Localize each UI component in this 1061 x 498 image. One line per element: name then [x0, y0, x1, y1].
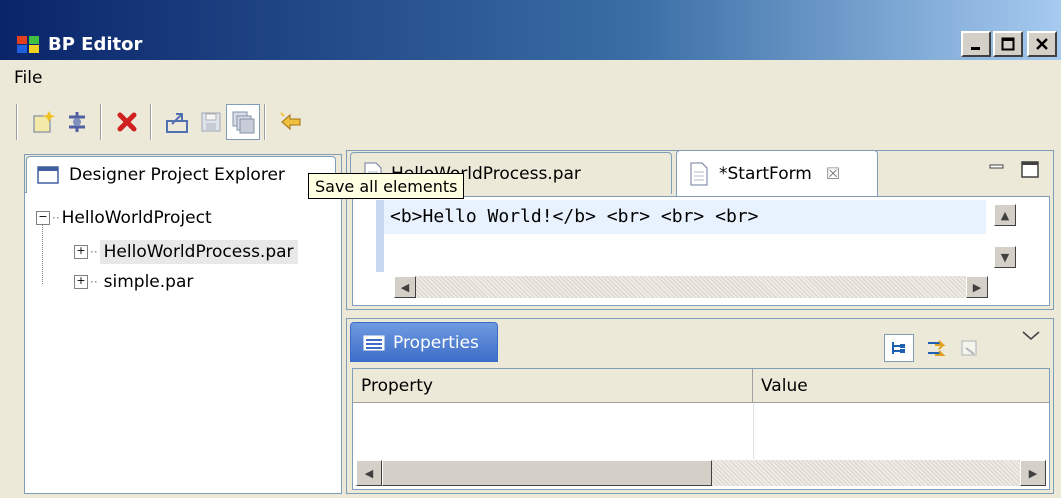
- toolbar-separator: [100, 104, 102, 140]
- tab-startform[interactable]: *StartForm ☒: [676, 150, 878, 196]
- properties-scroll-left-button[interactable]: ◀: [356, 460, 382, 486]
- tooltip-text: Save all elements: [315, 176, 458, 196]
- editor-minimize-icon[interactable]: [988, 160, 1006, 172]
- tab-close-icon[interactable]: ☒: [826, 164, 840, 183]
- file-icon: [689, 162, 709, 186]
- title-bar[interactable]: [0, 0, 1061, 60]
- properties-icon: [363, 335, 385, 351]
- save-all-tooltip: Save all elements: [308, 173, 465, 199]
- tree-item-helloworldprocess[interactable]: + ·· HelloWorldProcess.par: [74, 237, 336, 267]
- toolbar-separator: [150, 104, 152, 140]
- vertical-scrollbar-track[interactable]: [994, 226, 1016, 246]
- column-header-label: Value: [761, 375, 808, 396]
- editor-ruler: [376, 200, 384, 272]
- maximize-button[interactable]: [993, 31, 1023, 57]
- properties-scroll-thumb[interactable]: [382, 460, 712, 486]
- filter-advanced-icon[interactable]: [922, 334, 950, 362]
- save-all-icon[interactable]: [226, 104, 260, 140]
- new-project-icon[interactable]: [26, 104, 60, 140]
- window-title: BP Editor: [48, 34, 143, 55]
- project-name: HelloWorldProject: [61, 208, 212, 228]
- save-icon[interactable]: [194, 104, 228, 140]
- tree-item-simple[interactable]: + ·· simple.par: [74, 269, 336, 295]
- editor-content[interactable]: <b>Hello World!</b> <br> <br> <br>: [390, 206, 758, 227]
- tab-project-explorer[interactable]: Designer Project Explorer: [26, 156, 336, 193]
- tab-label: *StartForm: [719, 163, 812, 184]
- column-header-property[interactable]: Property: [353, 369, 753, 403]
- properties-title: Properties: [393, 332, 479, 353]
- delete-icon[interactable]: [110, 104, 144, 140]
- tree-item-label: HelloWorldProcess.par: [99, 240, 298, 264]
- collapse-icon[interactable]: −: [36, 211, 50, 225]
- explorer-title: Designer Project Explorer: [69, 165, 285, 185]
- export-icon[interactable]: [160, 104, 194, 140]
- scroll-down-button[interactable]: ▼: [994, 246, 1016, 268]
- toolbar-separator: [16, 104, 18, 140]
- menu-file[interactable]: File: [14, 68, 42, 88]
- close-button[interactable]: [1027, 31, 1057, 57]
- deploy-icon[interactable]: [60, 104, 94, 140]
- toolbar-separator: [264, 104, 266, 140]
- expand-icon[interactable]: +: [74, 245, 88, 259]
- tree-project-row[interactable]: − ·· HelloWorldProject: [36, 207, 336, 229]
- project-explorer-panel: [24, 154, 342, 494]
- scroll-right-button[interactable]: ▶: [966, 276, 988, 298]
- view-menu-icon[interactable]: [1020, 328, 1042, 342]
- tree-item-label: simple.par: [103, 272, 194, 292]
- expand-icon[interactable]: +: [74, 275, 88, 289]
- menu-bar: [0, 60, 1061, 94]
- app-icon: [16, 34, 42, 54]
- column-header-value[interactable]: Value: [753, 369, 1049, 403]
- scroll-left-button[interactable]: ◀: [394, 276, 416, 298]
- column-header-label: Property: [361, 375, 433, 396]
- restore-default-icon[interactable]: [956, 334, 984, 362]
- explorer-window-icon: [37, 166, 59, 184]
- editor-maximize-icon[interactable]: [1020, 160, 1042, 180]
- properties-scroll-right-button[interactable]: ▶: [1020, 460, 1046, 486]
- tree-guide-line: [42, 224, 43, 284]
- column-divider: [753, 403, 754, 459]
- scroll-up-button[interactable]: ▲: [994, 204, 1016, 226]
- minimize-button[interactable]: [961, 31, 991, 57]
- back-arrow-icon[interactable]: [274, 104, 308, 140]
- horizontal-scrollbar-track[interactable]: [394, 276, 988, 298]
- tab-properties[interactable]: Properties: [350, 322, 498, 362]
- tree-view-toggle-icon[interactable]: [884, 334, 914, 362]
